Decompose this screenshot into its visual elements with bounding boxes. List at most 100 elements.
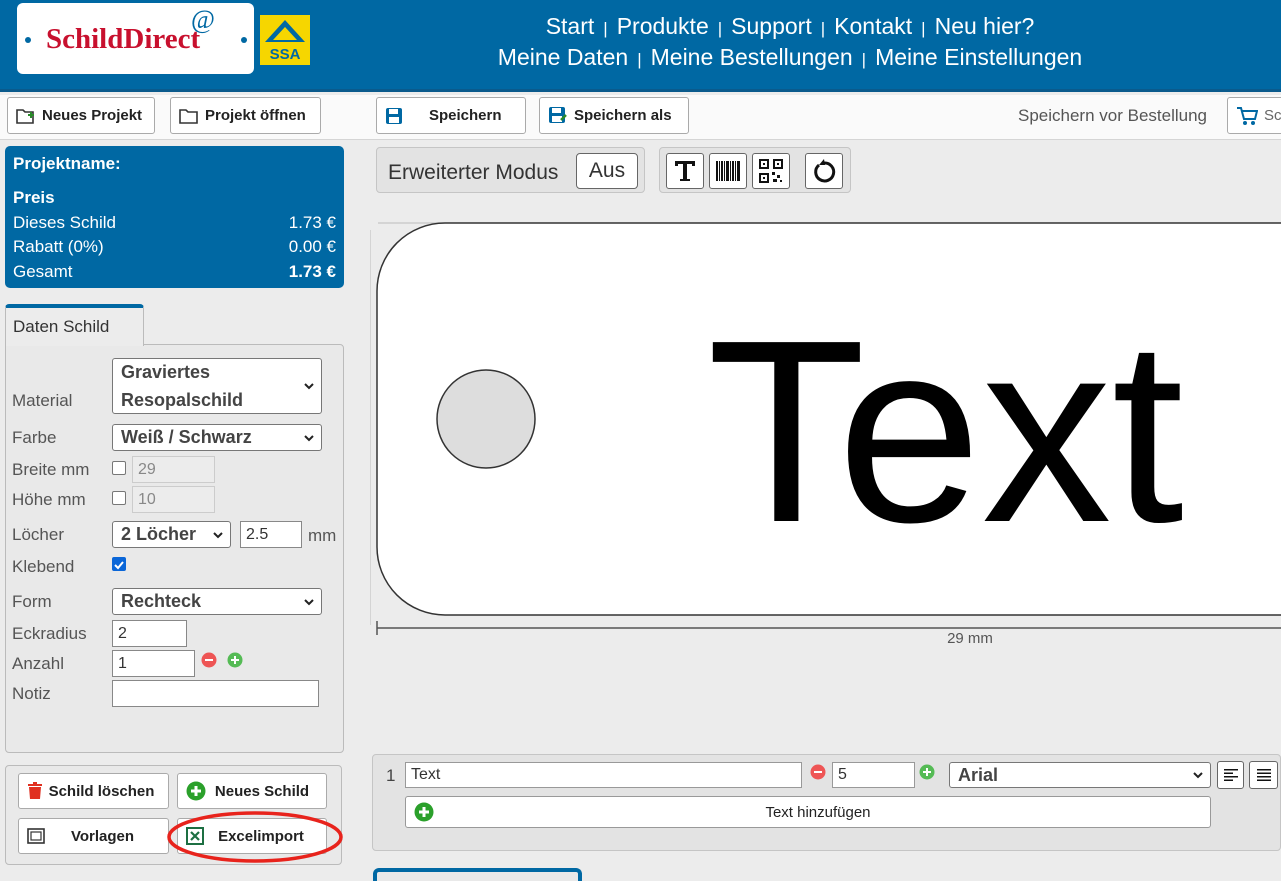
nav-produkte[interactable]: Produkte — [617, 13, 709, 39]
align-left-icon — [1223, 769, 1238, 781]
adhesive-label: Klebend — [12, 557, 75, 576]
project-toolbar: Neues Projekt Projekt öffnen Speichern S… — [0, 95, 1281, 140]
trash-icon — [28, 782, 42, 799]
project-name-label: Projektname: — [13, 154, 121, 173]
chevron-down-icon — [213, 531, 223, 538]
width-lock-checkbox[interactable] — [112, 461, 126, 475]
minus-circle-icon[interactable] — [201, 652, 217, 668]
count-label: Anzahl — [12, 654, 64, 673]
nav-neu-hier[interactable]: Neu hier? — [935, 13, 1035, 39]
align-left-button[interactable] — [1217, 761, 1244, 789]
price-row: Dieses Schild 1.73 € — [13, 213, 336, 233]
price-row-label: Dieses Schild — [13, 213, 116, 232]
save-label: Speichern — [429, 107, 502, 124]
align-justify-button[interactable] — [1249, 761, 1278, 789]
add-text-button[interactable]: Text hinzufügen — [405, 796, 1211, 828]
new-sign-button[interactable]: Neues Schild — [177, 773, 327, 809]
adhesive-checkbox[interactable] — [112, 557, 126, 571]
hole-unit-label: mm — [308, 526, 337, 545]
save-as-button[interactable]: Speichern als — [539, 97, 689, 134]
logo-dot-left — [25, 37, 31, 43]
bottom-panel-tab[interactable] — [373, 868, 582, 881]
minus-circle-icon[interactable] — [810, 764, 826, 780]
text-size-input[interactable]: 5 — [832, 762, 915, 788]
new-folder-icon — [16, 108, 34, 124]
price-row-value: 1.73 € — [288, 213, 336, 232]
shape-select[interactable]: Rechteck — [112, 588, 322, 615]
holes-value: 2 Löcher — [121, 524, 197, 544]
highlight-ellipse — [167, 811, 343, 863]
checkmark-icon — [114, 561, 124, 570]
nav-start[interactable]: Start — [546, 13, 595, 39]
logo-dot-right — [241, 37, 247, 43]
material-value-line2: Resopalschild — [121, 390, 244, 410]
radius-input[interactable]: 2 — [112, 620, 187, 647]
mounting-hole — [436, 369, 536, 469]
delete-sign-button[interactable]: Schild löschen — [18, 773, 169, 809]
add-text-tool[interactable] — [666, 153, 704, 189]
add-barcode-tool[interactable] — [709, 153, 747, 189]
save-button[interactable]: Speichern — [376, 97, 526, 134]
note-input[interactable] — [112, 680, 319, 707]
new-project-button[interactable]: Neues Projekt — [7, 97, 155, 134]
save-as-icon — [549, 106, 567, 123]
open-project-button[interactable]: Projekt öffnen — [170, 97, 321, 134]
folder-icon — [179, 108, 198, 124]
price-total-row: Gesamt 1.73 € — [13, 262, 336, 282]
logo-at-sign: @ — [191, 5, 215, 34]
save-hint-text: Speichern vor Bestellung — [1018, 106, 1208, 125]
ssa-triangle-icon — [265, 20, 305, 42]
shape-label: Form — [12, 592, 52, 611]
nav-meine-einstellungen[interactable]: Meine Einstellungen — [875, 44, 1082, 70]
material-value-line1: Graviertes — [121, 362, 211, 382]
height-input[interactable]: 10 — [132, 486, 215, 513]
plus-circle-icon[interactable] — [227, 652, 243, 668]
hole-size-input[interactable]: 2.5 — [240, 521, 302, 548]
shopping-cart-icon — [1237, 106, 1258, 125]
nav-support[interactable]: Support — [731, 13, 812, 39]
dimension-label: 29 mm — [947, 630, 993, 645]
width-input[interactable]: 29 — [132, 456, 215, 483]
holes-select[interactable]: 2 Löcher — [112, 521, 231, 548]
plus-circle-icon — [414, 802, 434, 822]
sign-preview-canvas[interactable]: Text 29 mm — [370, 205, 1281, 645]
font-value: Arial — [958, 764, 999, 785]
color-select[interactable]: Weiß / Schwarz — [112, 424, 322, 451]
tab-daten-schild[interactable]: Daten Schild — [5, 304, 144, 346]
height-lock-checkbox[interactable] — [112, 491, 126, 505]
chevron-down-icon — [304, 598, 314, 605]
advanced-mode-label: Erweiterter Modus — [388, 161, 559, 184]
delete-sign-label: Schild löschen — [48, 782, 155, 800]
font-select[interactable]: Arial — [949, 762, 1211, 788]
price-row-value: 0.00 € — [288, 237, 336, 256]
template-icon — [27, 828, 45, 844]
nav-meine-bestellungen[interactable]: Meine Bestellungen — [651, 44, 853, 70]
nav-kontakt[interactable]: Kontakt — [834, 13, 912, 39]
radius-label: Eckradius — [12, 624, 87, 643]
floppy-disk-icon — [386, 107, 402, 124]
chevron-down-icon — [304, 434, 314, 441]
add-qrcode-tool[interactable] — [752, 153, 790, 189]
templates-button[interactable]: Vorlagen — [18, 818, 169, 854]
rotate-tool[interactable] — [805, 153, 843, 189]
nav-row-1: Start | Produkte | Support | Kontakt | Neu hier? — [420, 12, 1160, 43]
color-value: Weiß / Schwarz — [121, 427, 252, 447]
advanced-mode-toggle[interactable]: Aus — [576, 153, 638, 189]
cart-button[interactable]: Sch — [1227, 97, 1281, 134]
ssa-badge[interactable]: SSA — [260, 15, 310, 65]
sign-text[interactable]: Text — [707, 287, 1185, 577]
text-line-input[interactable]: Text — [405, 762, 802, 788]
plus-circle-icon[interactable] — [919, 764, 935, 780]
count-input[interactable]: 1 — [112, 650, 195, 677]
new-sign-label: Neues Schild — [214, 782, 310, 800]
nav-meine-daten[interactable]: Meine Daten — [498, 44, 628, 70]
color-label: Farbe — [12, 428, 57, 447]
schilddirect-logo[interactable]: SchildDirect @ — [17, 3, 254, 74]
price-heading: Preis — [13, 188, 55, 207]
qrcode-icon — [759, 159, 783, 183]
plus-circle-icon — [186, 781, 206, 801]
material-select[interactable]: Graviertes Resopalschild — [112, 358, 322, 414]
barcode-icon — [716, 161, 740, 181]
note-label: Notiz — [12, 684, 51, 703]
add-text-label: Text hinzufügen — [765, 803, 871, 821]
